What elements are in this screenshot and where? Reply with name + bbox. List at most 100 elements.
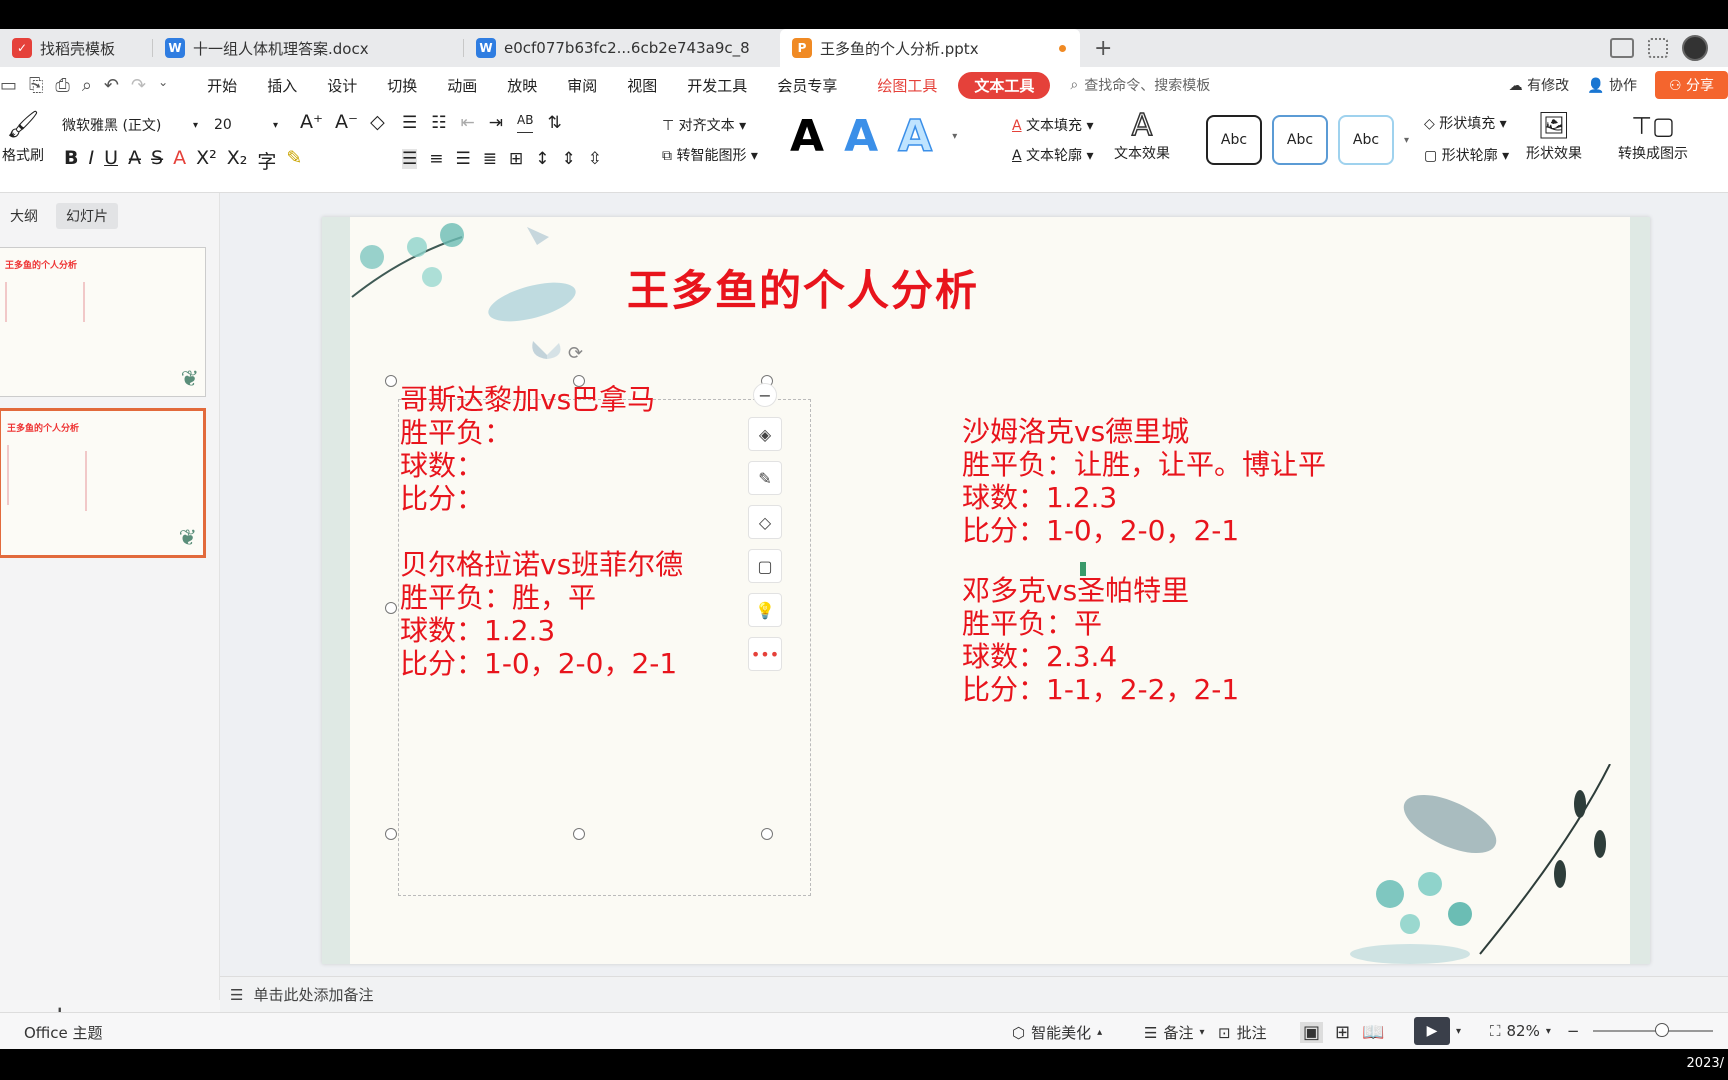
rotate-handle-icon[interactable]: ⟳ (568, 343, 583, 364)
modify-button[interactable]: ☁ 有修改 (1509, 75, 1569, 95)
shape-outline-button[interactable]: ▢ 形状轮廓 ▾ (1424, 145, 1509, 165)
resize-handle[interactable] (761, 828, 773, 840)
text-outline-button[interactable]: A 文本轮廓 ▾ (1012, 145, 1094, 165)
fit-window-icon[interactable]: ⛶ (1490, 1022, 1501, 1040)
highlight-icon[interactable]: ✎ (286, 147, 302, 174)
preview-icon[interactable]: ⌕ (82, 75, 92, 96)
font-color-icon[interactable]: A (173, 147, 186, 174)
distribute-icon[interactable]: ⊞ (509, 149, 523, 169)
slide-thumbnail-1[interactable]: 王多鱼的个人分析 ❦ (0, 247, 206, 397)
font-name-select[interactable]: 微软雅黑 (正文) ▾ (56, 113, 204, 137)
sort-icon[interactable]: ⇅ (547, 113, 561, 133)
tab-pptx[interactable]: P 王多鱼的个人分析.pptx (780, 29, 1080, 67)
chevron-down-icon[interactable]: ▾ (1456, 1026, 1461, 1037)
menu-design[interactable]: 设计 (312, 75, 372, 96)
slide-thumbnail-2[interactable]: 王多鱼的个人分析 ❦ (0, 408, 206, 558)
menu-text-tools[interactable]: 文本工具 (958, 71, 1051, 99)
chevron-down-icon[interactable]: ⌄ (158, 75, 168, 96)
undo-icon[interactable]: ↶ (104, 75, 119, 96)
resize-handle[interactable] (385, 602, 397, 614)
notes-button[interactable]: ☰ 备注 ▾ (1144, 1022, 1205, 1043)
frame-icon[interactable]: ▢ (748, 549, 782, 583)
more-icon[interactable]: ••• (748, 637, 782, 671)
menu-slideshow[interactable]: 放映 (492, 75, 552, 96)
chevron-down-icon[interactable]: ▾ (1404, 135, 1409, 146)
notes-bar[interactable]: ☰ 单击此处添加备注 (220, 976, 1728, 1012)
spacing-icon[interactable]: ⇳ (588, 149, 602, 169)
justify-icon[interactable]: ≣ (483, 149, 497, 169)
tab-template[interactable]: ✓ 找稻壳模板 (0, 29, 152, 67)
shape-style-2[interactable]: Abc (1272, 115, 1328, 165)
text-style-black[interactable]: A (790, 111, 824, 162)
avatar[interactable] (1682, 35, 1708, 61)
smart-shape-button[interactable]: ⧉ 转智能图形 ▾ (662, 145, 758, 165)
zoom-level[interactable]: 82% (1507, 1022, 1540, 1040)
clear-format-icon[interactable]: ◇ (370, 111, 385, 133)
text-fill-button[interactable]: A 文本填充 ▾ (1012, 115, 1094, 135)
text-style-outline[interactable]: A (897, 110, 933, 163)
font-size-select[interactable]: 20 ▾ (208, 113, 284, 137)
save-icon[interactable]: ▭ (0, 75, 17, 96)
zoom-out-icon[interactable]: − (1567, 1022, 1580, 1040)
redo-icon[interactable]: ↷ (131, 75, 146, 96)
shape-effect-button[interactable]: 🖼 形状效果 (1526, 109, 1582, 163)
chevron-down-icon[interactable]: ▾ (952, 131, 957, 142)
layers-icon[interactable]: ◈ (748, 417, 782, 451)
grow-font-icon[interactable]: A⁺ (300, 111, 323, 133)
share-button[interactable]: ⚇ 分享 (1654, 71, 1728, 99)
bold-icon[interactable]: B (64, 147, 78, 174)
pen-icon[interactable]: ✎ (748, 461, 782, 495)
underline-icon[interactable]: U (104, 147, 118, 174)
window-layout-icon[interactable] (1610, 38, 1634, 58)
beautify-button[interactable]: ⬡ 智能美化 ▴ (1012, 1022, 1102, 1043)
resize-handle[interactable] (573, 828, 585, 840)
align-center-icon[interactable]: ≡ (429, 149, 443, 169)
normal-view-icon[interactable]: ▣ (1300, 1022, 1324, 1043)
numbered-list-icon[interactable]: ☷ (431, 113, 446, 133)
strikethrough-icon[interactable]: S̶ (151, 147, 163, 174)
outdent-icon[interactable]: ⇤ (461, 113, 475, 133)
superscript-icon[interactable]: X² (196, 147, 217, 174)
menu-animation[interactable]: 动画 (432, 75, 492, 96)
resize-handle[interactable] (385, 828, 397, 840)
tab-outline[interactable]: 大纲 (0, 203, 48, 229)
line-spacing-icon[interactable]: ↕ (535, 149, 549, 169)
command-search[interactable]: ⌕ 查找命令、搜索模板 (1070, 75, 1210, 95)
text-style-blue[interactable]: A (844, 111, 878, 162)
sorter-view-icon[interactable]: ⊞ (1335, 1022, 1350, 1043)
convert-diagram-button[interactable]: ⊤▢ 转换成图示 (1618, 109, 1688, 163)
print-icon[interactable]: ⎙ (55, 75, 69, 96)
tab-slides[interactable]: 幻灯片 (56, 203, 118, 229)
text-style-gallery[interactable]: A A A ▾ (790, 110, 957, 163)
menu-transition[interactable]: 切换 (372, 75, 432, 96)
text-effect-button[interactable]: A 文本效果 (1114, 108, 1170, 163)
shrink-font-icon[interactable]: A⁻ (335, 111, 358, 133)
phonetic-icon[interactable]: 字 (257, 147, 276, 174)
indent-icon[interactable]: ⇥ (489, 113, 503, 133)
menu-insert[interactable]: 插入 (252, 75, 312, 96)
zoom-slider-knob[interactable] (1655, 1023, 1670, 1037)
menu-view[interactable]: 视图 (612, 75, 672, 96)
reading-view-icon[interactable]: 📖 (1362, 1022, 1384, 1043)
tab-docx[interactable]: W 十一组人体机理答案.docx (153, 29, 463, 67)
comment-button[interactable]: ⊡ 批注 (1218, 1022, 1267, 1043)
format-painter-button[interactable]: 🖌 格式刷 (0, 111, 46, 165)
zoom-slider[interactable] (1593, 1023, 1714, 1037)
export-icon[interactable]: ⎘ (29, 75, 43, 96)
fill-bucket-icon[interactable]: ◇ (748, 505, 782, 539)
italic-icon[interactable]: I (88, 147, 94, 174)
menu-drawing-tools[interactable]: 绘图工具 (862, 75, 952, 96)
right-textbox[interactable]: 沙姆洛克vs德里城 胜平负：让胜，让平。博让平 球数：1.2.3 比分：1-0，… (962, 415, 1326, 706)
paragraph-spacing-icon[interactable]: ⇕ (562, 149, 576, 169)
text-direction-icon[interactable]: AB (517, 113, 534, 133)
menu-developer[interactable]: 开发工具 (672, 75, 762, 96)
subscript-icon[interactable]: X₂ (227, 147, 248, 174)
shape-style-1[interactable]: Abc (1206, 115, 1262, 165)
lightbulb-icon[interactable]: 💡 (748, 593, 782, 627)
collab-button[interactable]: 👤 协作 (1587, 75, 1637, 95)
bullet-list-icon[interactable]: ☰ (402, 113, 417, 133)
align-text-button[interactable]: ⊤ 对齐文本 ▾ (662, 115, 746, 135)
align-left-icon[interactable]: ☰ (402, 149, 418, 169)
resize-handle[interactable] (385, 375, 397, 387)
slide-title[interactable]: 王多鱼的个人分析 (627, 257, 979, 318)
